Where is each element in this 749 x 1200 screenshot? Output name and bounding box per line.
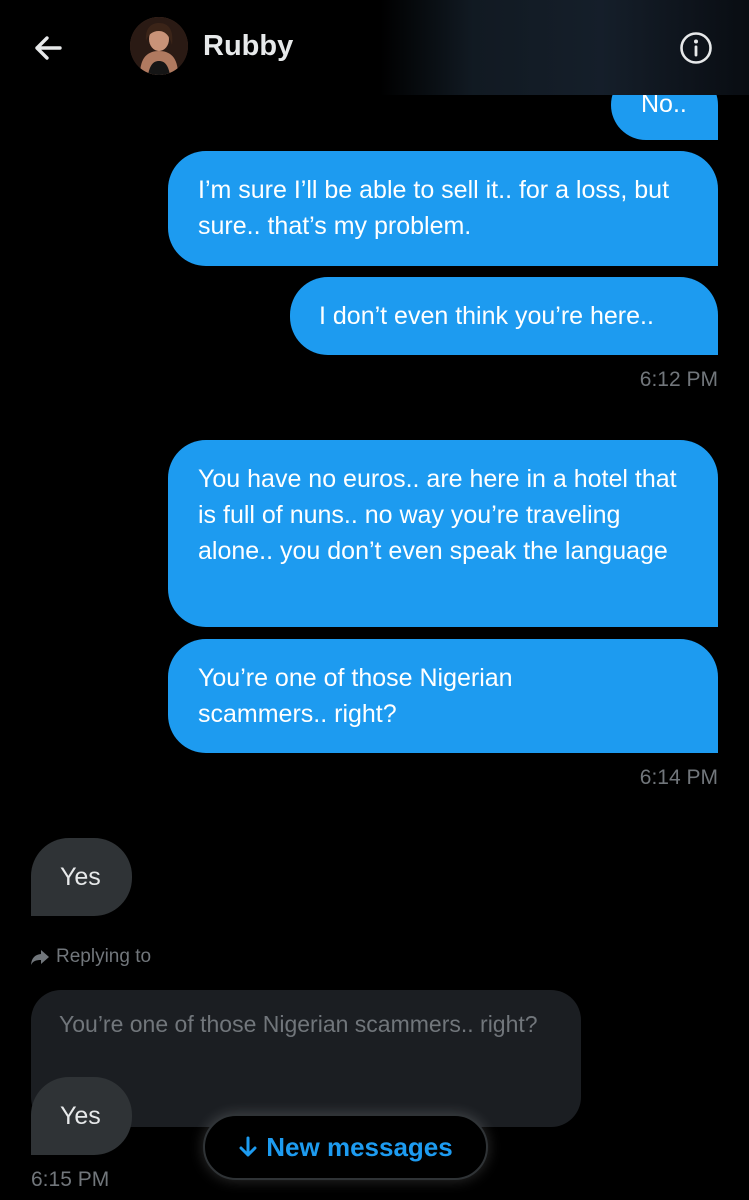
message-text: You have no euros.. are here in a hotel … — [198, 465, 677, 565]
message-timestamp: 6:12 PM — [639, 368, 718, 391]
message-text: Yes — [60, 1102, 101, 1130]
arrow-left-icon — [35, 36, 62, 60]
arrow-down-icon — [239, 1136, 257, 1157]
message-bubble-sent[interactable]: You’re one of those Nigerian scammers.. … — [168, 639, 718, 753]
back-button[interactable] — [28, 28, 68, 68]
info-button[interactable] — [679, 31, 713, 65]
new-messages-button[interactable]: New messages — [203, 1114, 488, 1180]
message-text: Yes — [60, 863, 101, 891]
new-messages-label: New messages — [266, 1131, 453, 1162]
avatar[interactable] — [130, 17, 188, 75]
message-timestamp: 6:15 PM — [31, 1168, 110, 1191]
avatar-image — [130, 17, 188, 75]
message-text: I don’t even think you’re here.. — [319, 302, 654, 330]
conversation-header: Rubby — [0, 0, 749, 95]
message-bubble-sent[interactable]: You have no euros.. are here in a hotel … — [168, 440, 718, 627]
quoted-message-text: You’re one of those Nigerian scammers.. … — [59, 1011, 538, 1037]
message-timestamp: 6:14 PM — [639, 766, 718, 789]
message-bubble-sent[interactable]: I’m sure I’ll be able to sell it.. for a… — [168, 151, 718, 266]
replying-to-label: Replying to — [30, 946, 151, 968]
replying-to-text: Replying to — [56, 946, 152, 967]
reply-arrow-icon — [31, 950, 49, 965]
info-circle-icon — [680, 32, 712, 64]
message-text: You’re one of those Nigerian scammers.. … — [198, 664, 513, 728]
message-bubble-received[interactable]: Yes — [31, 838, 132, 916]
message-bubble-received[interactable]: Yes — [31, 1077, 132, 1155]
message-text: I’m sure I’ll be able to sell it.. for a… — [198, 176, 670, 240]
contact-name[interactable]: Rubby — [203, 28, 293, 64]
message-bubble-sent[interactable]: I don’t even think you’re here.. — [290, 277, 718, 355]
